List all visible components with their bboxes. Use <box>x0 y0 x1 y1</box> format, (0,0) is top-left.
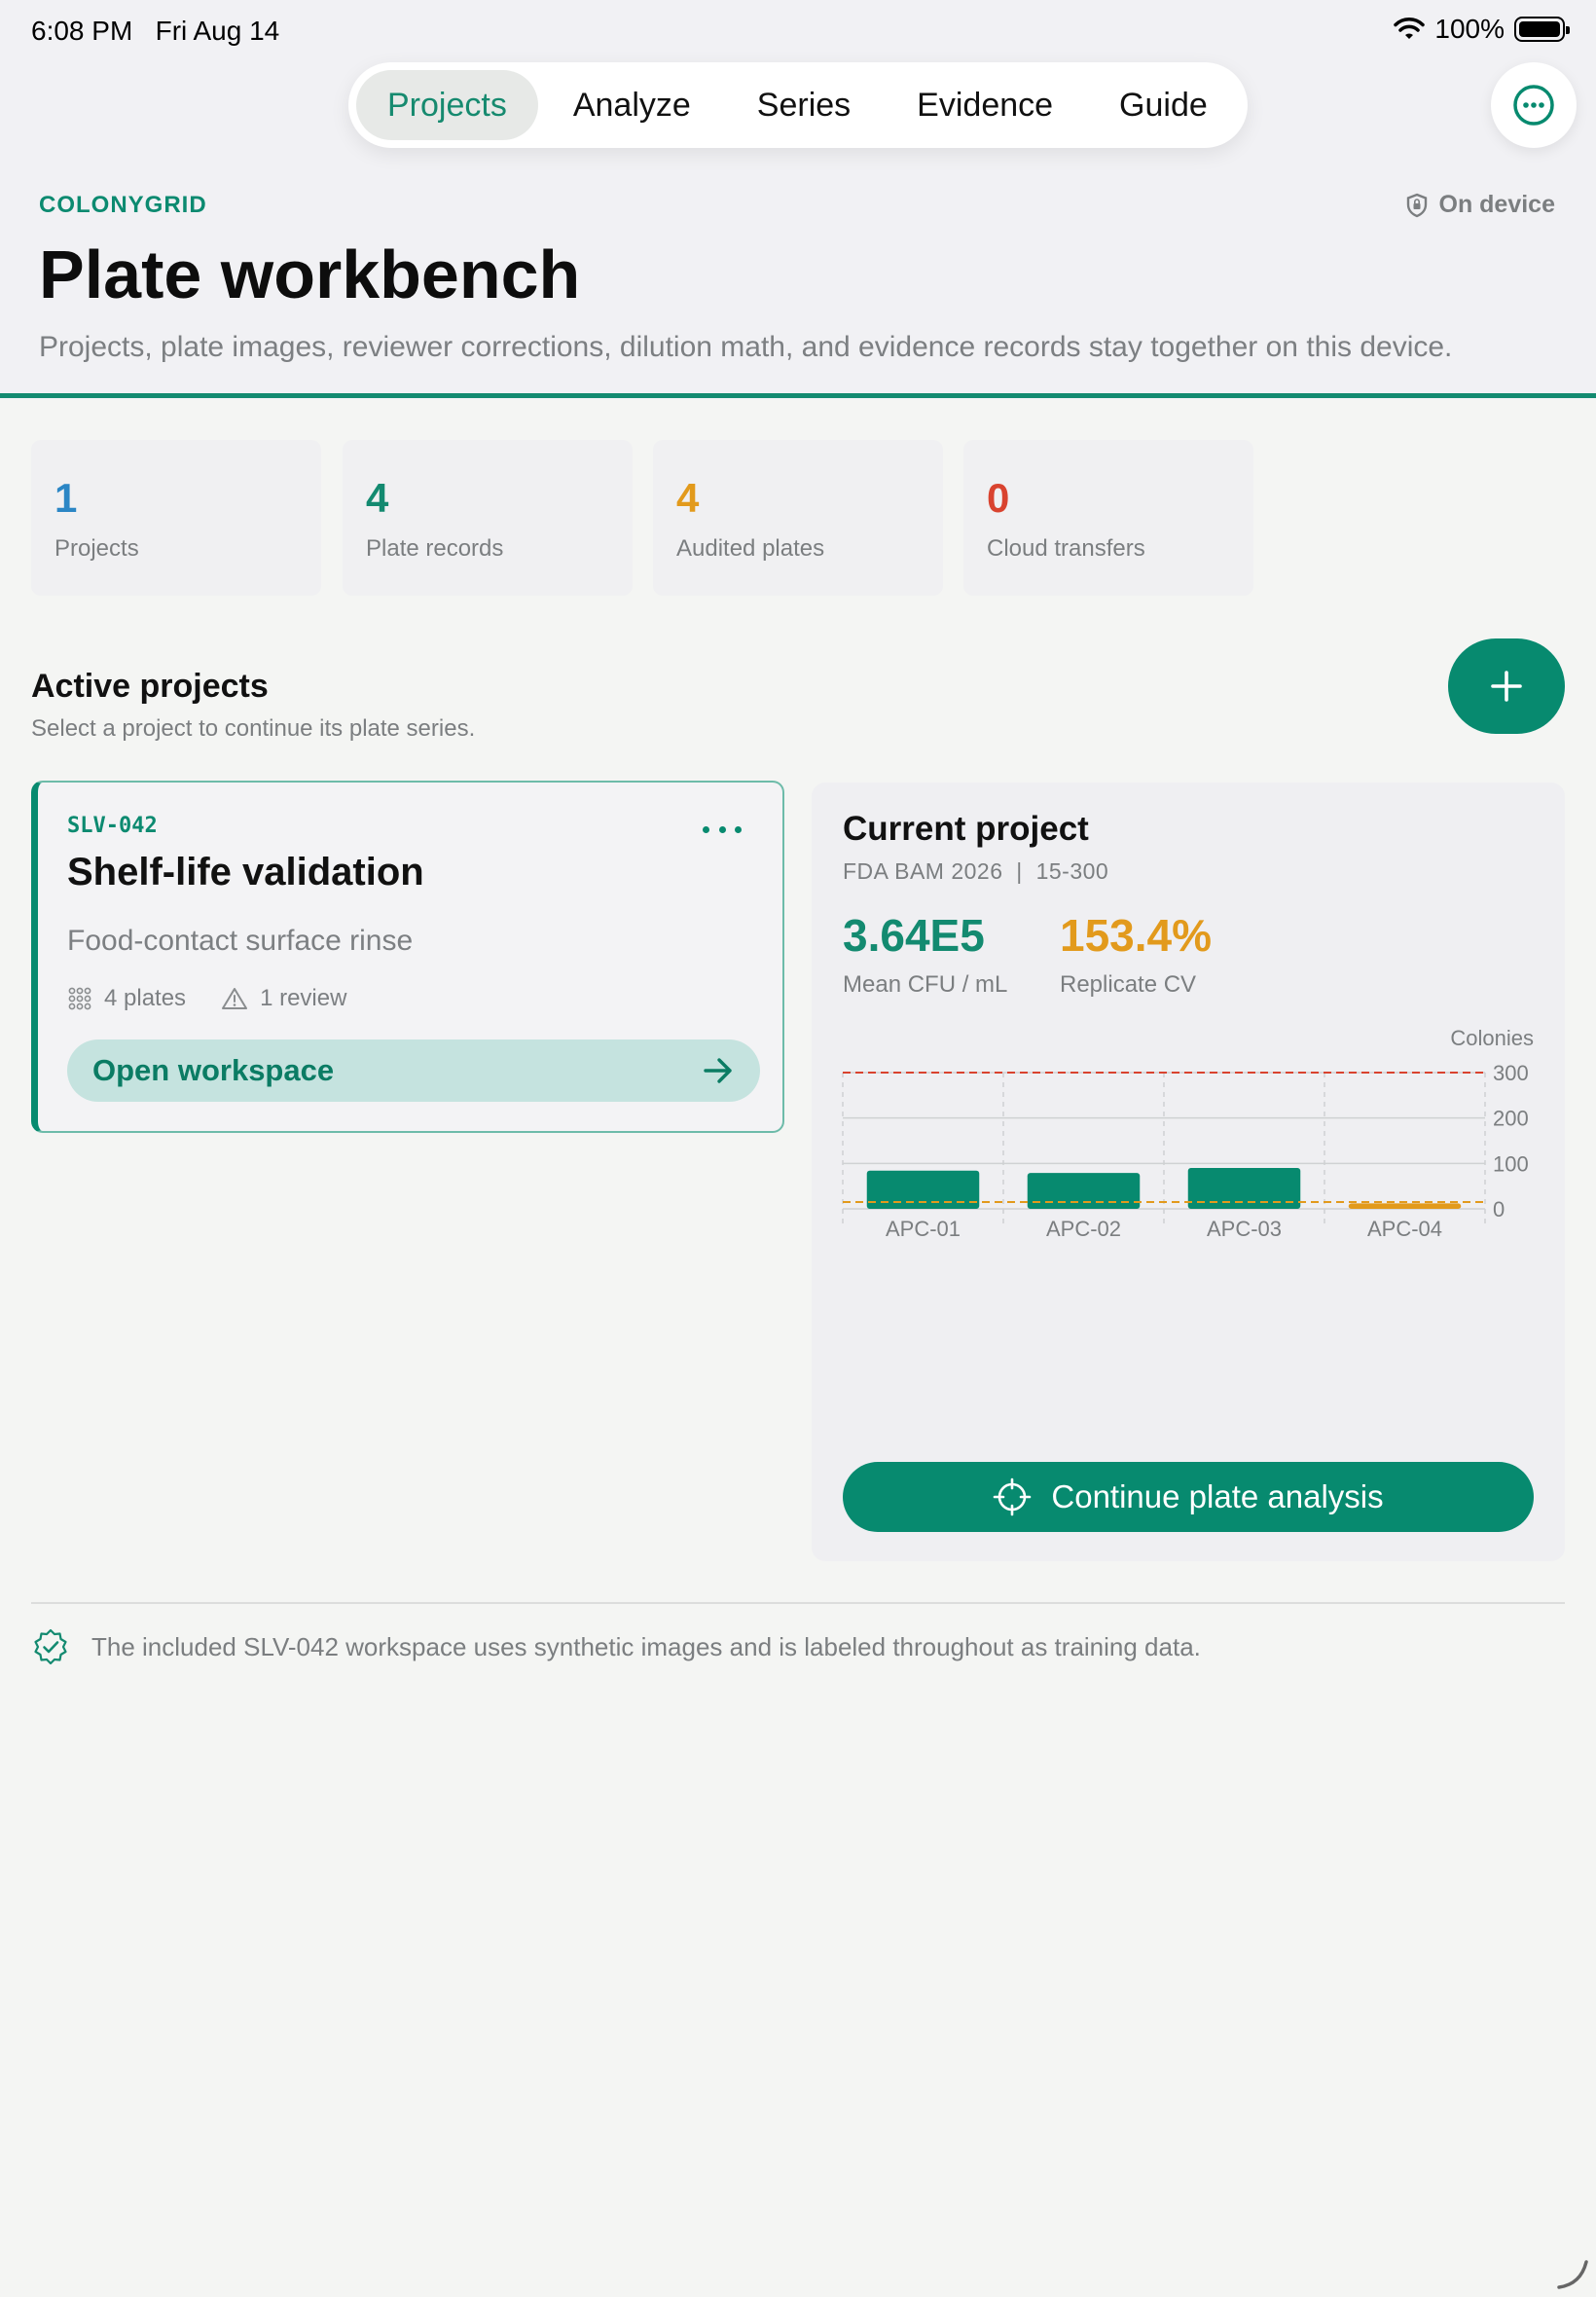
plates-count: 4 plates <box>67 985 186 1012</box>
stat-card-projects: 1 Projects <box>31 440 321 596</box>
method-label: FDA BAM 2026 <box>843 858 1003 884</box>
tab-projects[interactable]: Projects <box>356 70 538 140</box>
more-options-button[interactable] <box>1491 62 1577 148</box>
x-tick-label: APC-01 <box>886 1217 961 1241</box>
tab-bar: Projects Analyze Series Evidence Guide <box>348 62 1248 148</box>
project-code: SLV-042 <box>67 814 158 838</box>
section-title: Active projects <box>31 668 269 705</box>
wifi-icon <box>1394 18 1426 39</box>
current-project-title: Current project <box>843 810 1089 848</box>
tab-guide[interactable]: Guide <box>1088 70 1239 140</box>
resize-handle-icon[interactable] <box>1555 2256 1590 2291</box>
project-description: Food-contact surface rinse <box>67 925 414 957</box>
warning-triangle-icon <box>222 988 248 1009</box>
stat-value: 4 <box>366 475 389 521</box>
tab-evidence[interactable]: Evidence <box>886 70 1084 140</box>
grid-dots-icon <box>68 987 91 1010</box>
status-bar: 6:08 PM Fri Aug 14 100% <box>0 0 1596 62</box>
stat-label: Projects <box>54 535 139 562</box>
bar-apc-03 <box>1187 1168 1301 1209</box>
status-time-date: 6:08 PM Fri Aug 14 <box>31 16 279 47</box>
battery-percent: 100% <box>1434 14 1505 44</box>
privacy-label: On device <box>1438 191 1556 218</box>
project-menu-icon[interactable] <box>703 820 742 839</box>
stat-card-plate-records: 4 Plate records <box>343 440 633 596</box>
status-date: Fri Aug 14 <box>155 16 280 46</box>
crosshair-icon <box>994 1477 1032 1516</box>
header-divider <box>0 393 1596 398</box>
range-label: 15-300 <box>1035 858 1109 884</box>
x-tick-label: APC-03 <box>1207 1217 1282 1241</box>
stat-value: 0 <box>987 475 1010 521</box>
stat-label: Plate records <box>366 535 504 562</box>
y-axis-label: Colonies <box>1450 1026 1534 1050</box>
project-title: Shelf-life validation <box>67 851 424 893</box>
page-subtitle: Projects, plate images, reviewer correct… <box>39 331 1453 363</box>
continue-plate-analysis-button[interactable]: Continue plate analysis <box>843 1462 1534 1532</box>
add-project-button[interactable] <box>1448 638 1565 734</box>
bar-apc-04 <box>1348 1203 1462 1209</box>
replicate-cv-label: Replicate CV <box>1060 971 1197 998</box>
project-meta: 4 plates 1 review <box>67 985 381 1012</box>
battery-icon <box>1514 17 1570 42</box>
training-data-note: The included SLV-042 workspace uses synt… <box>31 1627 1201 1666</box>
current-project-card: Current project FDA BAM 2026 | 15-300 3.… <box>812 783 1565 1561</box>
tab-series[interactable]: Series <box>726 70 882 140</box>
y-tick-label: 300 <box>1493 1061 1529 1085</box>
y-tick-label: 200 <box>1493 1107 1529 1131</box>
colony-count-chart: Colonies 0 100 200 300 APC-01 APC-02 APC-03 APC-… <box>842 1026 1534 1241</box>
tab-analyze[interactable]: Analyze <box>542 70 722 140</box>
reviews-count: 1 review <box>221 985 346 1012</box>
plates-label: 4 plates <box>104 985 187 1011</box>
open-workspace-button[interactable]: Open workspace <box>67 1039 760 1102</box>
section-subtitle: Select a project to continue its plate s… <box>31 715 476 742</box>
bar-apc-01 <box>866 1170 980 1209</box>
continue-label: Continue plate analysis <box>1051 1478 1384 1514</box>
current-project-subtitle: FDA BAM 2026 | 15-300 <box>843 858 1109 884</box>
mean-cfu-label: Mean CFU / mL <box>843 971 1008 998</box>
stat-label: Audited plates <box>676 535 825 562</box>
status-time: 6:08 PM <box>31 16 133 46</box>
stat-value: 1 <box>54 475 78 521</box>
x-tick-label: APC-02 <box>1046 1217 1121 1241</box>
shield-lock-icon <box>1406 193 1427 217</box>
replicate-cv-value: 153.4% <box>1060 910 1213 961</box>
stat-card-audited-plates: 4 Audited plates <box>653 440 943 596</box>
mean-cfu-value: 3.64E5 <box>843 910 985 961</box>
y-tick-label: 0 <box>1493 1197 1505 1221</box>
ellipsis-circle-icon <box>1513 85 1554 126</box>
stat-label: Cloud transfers <box>987 535 1145 562</box>
x-tick-label: APC-04 <box>1367 1217 1442 1241</box>
plus-icon <box>1491 671 1522 702</box>
stat-card-cloud-transfers: 0 Cloud transfers <box>963 440 1253 596</box>
reviews-label: 1 review <box>260 985 347 1011</box>
y-tick-label: 100 <box>1493 1151 1529 1176</box>
privacy-indicator: On device <box>1406 191 1556 219</box>
brand-label: COLONYGRID <box>39 192 207 218</box>
verified-badge-icon <box>34 1628 67 1665</box>
project-card[interactable]: SLV-042 Shelf-life validation Food-conta… <box>31 781 784 1133</box>
status-indicators: 100% <box>1394 14 1570 45</box>
stat-value: 4 <box>676 475 700 521</box>
footnote-text: The included SLV-042 workspace uses synt… <box>91 1631 1201 1661</box>
arrow-right-icon <box>704 1058 732 1083</box>
page-title: Plate workbench <box>39 237 581 312</box>
open-workspace-label: Open workspace <box>92 1053 335 1087</box>
footer-divider <box>31 1602 1565 1604</box>
bar-apc-02 <box>1027 1173 1141 1209</box>
